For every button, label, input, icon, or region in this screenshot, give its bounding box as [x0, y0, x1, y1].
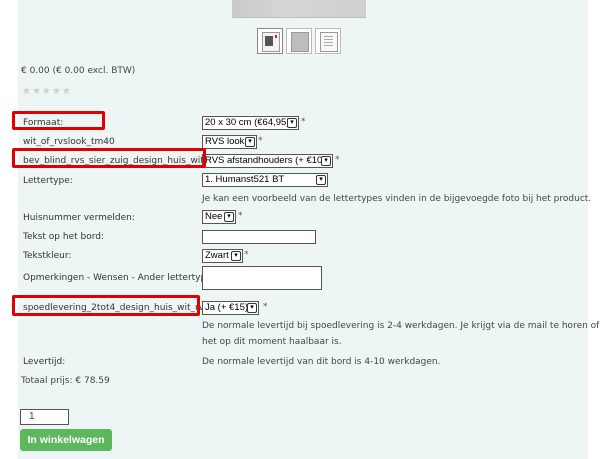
rvslook-select[interactable]: RVS look ▾: [202, 135, 257, 149]
thumbnail-3[interactable]: [315, 28, 341, 54]
lettertype-select[interactable]: 1. Humanst521 BT ▾: [202, 173, 328, 187]
spoed-select[interactable]: Ja (+ €15) ▾: [202, 301, 259, 315]
opmerkingen-textarea[interactable]: [202, 266, 322, 290]
chevron-down-icon: ▾: [224, 212, 234, 222]
chevron-down-icon: ▾: [316, 175, 326, 185]
total-price: Totaal prijs: € 78.59: [21, 376, 110, 386]
blind-select[interactable]: RVS afstandhouders (+ €10) ▾: [202, 154, 333, 168]
thumbnail-1[interactable]: [257, 28, 283, 54]
chevron-down-icon: ▾: [287, 118, 297, 128]
spoed-note-2: het op dit moment haalbaar is.: [202, 337, 342, 347]
levertijd-value: De normale levertijd van dit bord is 4-1…: [202, 357, 441, 367]
huisnummer-label: Huisnummer vermelden:: [23, 213, 135, 223]
quantity-input[interactable]: 1: [20, 409, 69, 425]
tekst-label: Tekst op het bord:: [23, 232, 105, 242]
chevron-down-icon: ▾: [247, 303, 257, 313]
lettertype-label: Lettertype:: [23, 176, 73, 186]
opmerkingen-label: Opmerkingen - Wensen - Ander lettertype:: [23, 273, 215, 283]
chevron-down-icon: ▾: [321, 156, 331, 166]
levertijd-label: Levertijd:: [23, 357, 66, 367]
chevron-down-icon: ▾: [245, 137, 255, 147]
formaat-select[interactable]: 20 x 30 cm (€64,95) ▾: [202, 116, 299, 130]
required-mark: *: [258, 136, 263, 146]
chevron-down-icon: ▾: [231, 251, 241, 261]
required-mark: *: [238, 211, 243, 221]
spoed-note-1: De normale levertijd bij spoedlevering i…: [202, 321, 600, 331]
required-mark: *: [244, 250, 249, 260]
required-mark: *: [263, 302, 268, 312]
rating-stars-icon: ★★★★★: [22, 86, 72, 97]
add-to-cart-button[interactable]: In winkelwagen: [20, 429, 112, 451]
highlight-box-spoed: [12, 295, 200, 316]
thumbnail-strip: [257, 28, 341, 54]
required-mark: *: [335, 155, 340, 165]
huisnummer-select[interactable]: Nee ▾: [202, 210, 236, 224]
highlight-box-blind: [12, 148, 206, 168]
tekstkleur-select[interactable]: Zwart ▾: [202, 249, 243, 263]
product-image: [232, 0, 366, 18]
rvslook-label: wit_of_rvslook_tm40: [23, 137, 115, 147]
highlight-box-formaat: [12, 111, 105, 130]
lettertype-note: Je kan een voorbeeld van de lettertypes …: [202, 194, 592, 204]
thumbnail-2[interactable]: [286, 28, 312, 54]
tekstkleur-label: Tekstkleur:: [23, 251, 72, 261]
tekst-input[interactable]: [202, 230, 316, 244]
price-line: € 0.00 (€ 0.00 excl. BTW): [21, 66, 136, 76]
required-mark: *: [301, 117, 306, 127]
